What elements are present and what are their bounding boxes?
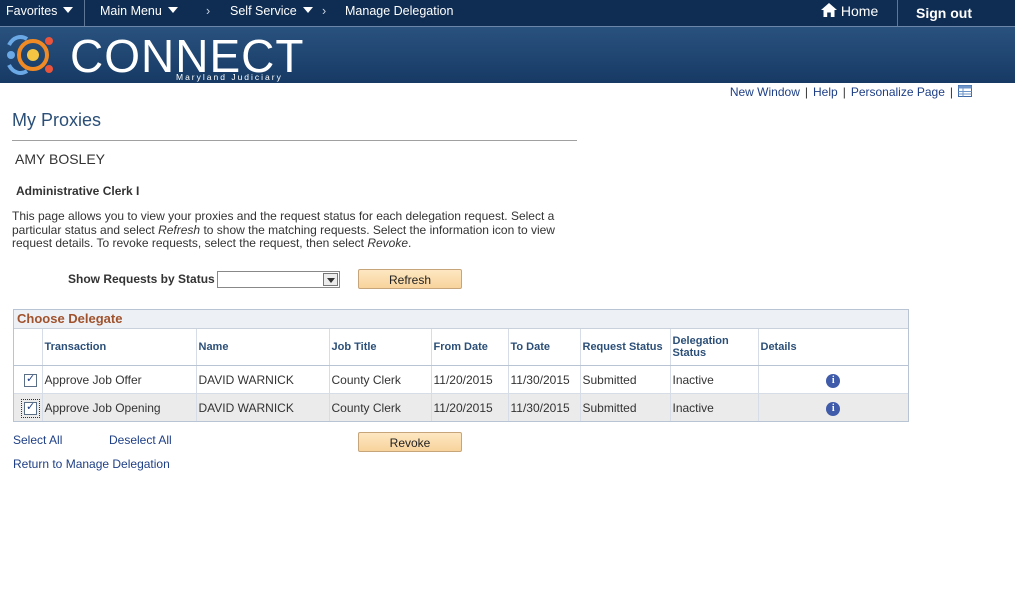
main-menu[interactable]: Main Menu: [100, 4, 178, 18]
job-title-cell: County Clerk: [329, 365, 432, 394]
layout-settings-icon[interactable]: [958, 85, 972, 97]
table-row: Approve Job Opening DAVID WARNICK County…: [14, 393, 908, 421]
return-to-manage-delegation-link[interactable]: Return to Manage Delegation: [13, 457, 170, 471]
job-title-cell: County Clerk: [329, 393, 432, 421]
transaction-cell: Approve Job Offer: [42, 365, 197, 394]
from-date-cell: 11/20/2015: [431, 393, 509, 421]
info-icon[interactable]: i: [826, 373, 841, 388]
header-request-status: Request Status: [580, 329, 671, 366]
name-cell: DAVID WARNICK: [196, 393, 330, 421]
breadcrumb-separator-icon: ›: [206, 4, 211, 18]
person-job-title: Administrative Clerk I: [16, 184, 140, 198]
divider: [84, 0, 85, 26]
header-transaction: Transaction: [42, 329, 197, 366]
table-header-row: Transaction Name Job Title From Date To …: [14, 329, 908, 366]
connect-logo-icon: [7, 35, 53, 75]
table-row: Approve Job Offer DAVID WARNICK County C…: [14, 365, 908, 394]
personalize-page-link[interactable]: Personalize Page: [851, 85, 945, 99]
divider: [897, 0, 898, 26]
page-description: This page allows you to view your proxie…: [12, 209, 555, 250]
header-job-title: Job Title: [329, 329, 432, 366]
delegation-status-cell: Inactive: [670, 365, 759, 394]
divider: |: [949, 85, 953, 99]
help-link[interactable]: Help: [813, 85, 838, 99]
title-divider: [12, 140, 577, 141]
to-date-cell: 11/30/2015: [508, 365, 581, 394]
home-icon: [821, 3, 837, 17]
page-links: New Window | Help | Personalize Page |: [730, 85, 972, 99]
breadcrumb-separator-icon: ›: [322, 4, 327, 18]
refresh-button[interactable]: Refresh: [358, 269, 462, 289]
delegation-status-cell: Inactive: [670, 393, 759, 421]
chevron-down-icon: [167, 7, 178, 13]
header-details: Details: [758, 329, 908, 366]
status-filter-label: Show Requests by Status: [68, 272, 215, 286]
header-from-date: From Date: [431, 329, 509, 366]
request-status-cell: Submitted: [580, 365, 671, 394]
to-date-cell: 11/30/2015: [508, 393, 581, 421]
row-select-cell: [14, 365, 43, 394]
deselect-all-link[interactable]: Deselect All: [109, 433, 172, 447]
person-name: AMY BOSLEY: [15, 151, 106, 167]
divider: |: [804, 85, 808, 99]
status-filter-select[interactable]: [217, 271, 340, 288]
header-delegation-status: Delegation Status: [670, 329, 759, 366]
dropdown-arrow-icon[interactable]: [323, 273, 338, 286]
header-select: [14, 329, 43, 366]
favorites-menu[interactable]: Favorites: [6, 4, 74, 18]
details-cell: i: [758, 393, 908, 421]
home-link[interactable]: Home: [821, 3, 878, 19]
header-name: Name: [196, 329, 330, 366]
choose-delegate-grid: Choose Delegate Transaction Name Job Tit…: [13, 309, 909, 422]
brand-subtitle: Maryland Judiciary: [176, 72, 283, 82]
divider: |: [842, 85, 846, 99]
from-date-cell: 11/20/2015: [431, 365, 509, 394]
top-nav-bar: Favorites Main Menu › Self Service › Man…: [0, 0, 1015, 27]
details-cell: i: [758, 365, 908, 394]
info-icon[interactable]: i: [826, 401, 841, 416]
row-checkbox[interactable]: [21, 398, 40, 418]
transaction-cell: Approve Job Opening: [42, 393, 197, 421]
breadcrumb-current: Manage Delegation: [345, 4, 454, 18]
revoke-button[interactable]: Revoke: [358, 432, 462, 452]
sign-out-link[interactable]: Sign out: [916, 5, 972, 21]
grid-title: Choose Delegate: [14, 310, 908, 329]
brand-banner: CONNECT Maryland Judiciary: [0, 27, 1015, 83]
chevron-down-icon: [63, 7, 74, 13]
select-all-link[interactable]: Select All: [13, 433, 62, 447]
self-service-menu[interactable]: Self Service: [230, 4, 313, 18]
chevron-down-icon: [302, 7, 313, 13]
request-status-cell: Submitted: [580, 393, 671, 421]
page-title: My Proxies: [12, 110, 102, 130]
new-window-link[interactable]: New Window: [730, 85, 800, 99]
header-to-date: To Date: [508, 329, 581, 366]
delegate-table: Transaction Name Job Title From Date To …: [14, 329, 908, 421]
name-cell: DAVID WARNICK: [196, 365, 330, 394]
row-select-cell: [14, 393, 43, 421]
row-checkbox[interactable]: [24, 372, 37, 387]
